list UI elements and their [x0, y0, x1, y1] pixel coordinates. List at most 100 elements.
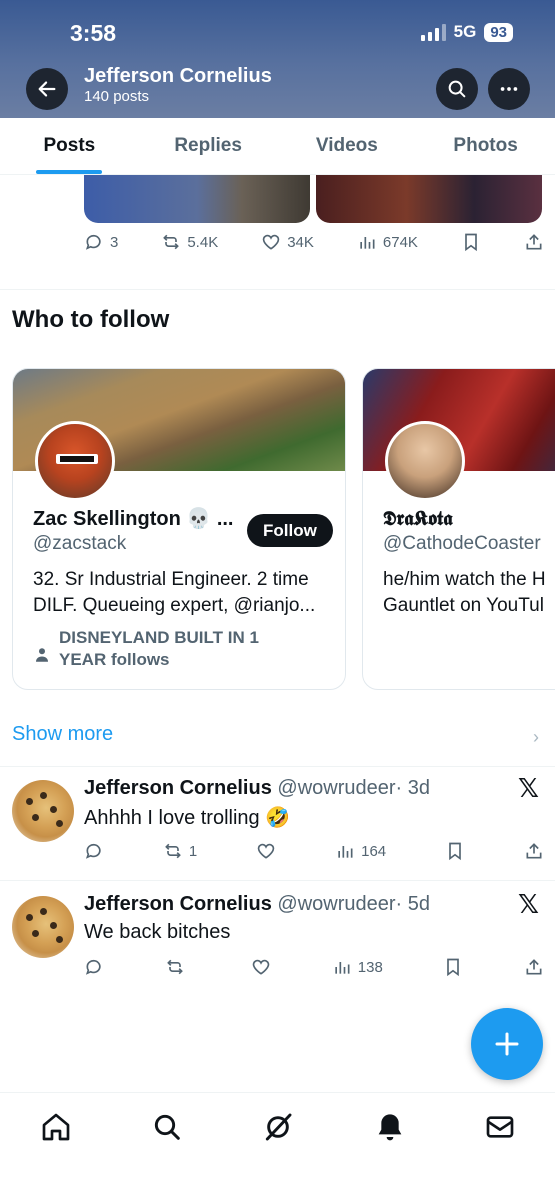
share-icon: [526, 234, 542, 250]
author-name[interactable]: Jefferson Cornelius: [84, 777, 272, 799]
show-more-link[interactable]: Show more: [12, 723, 113, 746]
back-button[interactable]: [26, 68, 68, 110]
tweet-text: We back bitches: [84, 921, 231, 943]
who-to-follow-title: Who to follow: [12, 306, 170, 333]
bookmark-button[interactable]: [461, 232, 481, 252]
tweet-time: · 5d: [395, 893, 430, 915]
share-button[interactable]: [524, 841, 544, 861]
repost-icon: [165, 843, 181, 859]
avatar[interactable]: [35, 421, 115, 501]
views-button[interactable]: 164: [335, 841, 386, 861]
chevron-right-icon[interactable]: ›: [533, 727, 539, 748]
compose-button[interactable]: [471, 1008, 543, 1080]
reply-button[interactable]: [84, 957, 104, 977]
repost-button[interactable]: 5.4K: [161, 232, 218, 252]
network-label: 5G: [453, 22, 477, 41]
battery-level: 93: [484, 22, 513, 42]
x-logo-icon: 𝕏: [518, 890, 539, 920]
user-suggestion-card[interactable]: 𝕯𝖗𝖆𝕶𝖔𝖙𝖆 @CathodeCoaster he/him watch the…: [362, 368, 555, 690]
tab-photos[interactable]: Photos: [416, 118, 555, 174]
like-button[interactable]: 34K: [261, 232, 314, 252]
post-media-image[interactable]: [316, 175, 542, 223]
messages-icon[interactable]: [484, 1111, 516, 1143]
divider: [0, 289, 555, 290]
follow-button[interactable]: Follow: [247, 514, 333, 547]
reply-button[interactable]: 3: [84, 232, 118, 252]
post-media-image[interactable]: [84, 175, 310, 223]
repost-button[interactable]: 1: [163, 841, 197, 861]
back-arrow-icon: [38, 81, 56, 97]
divider: [0, 880, 555, 881]
grok-icon[interactable]: [262, 1111, 294, 1143]
reply-icon: [85, 234, 101, 250]
views-button[interactable]: 674K: [357, 232, 418, 252]
user-suggestion-card[interactable]: Zac Skellington 💀 ... Follow @zacstack 3…: [12, 368, 346, 690]
author-handle[interactable]: @wowrudeer: [277, 777, 395, 799]
status-indicators: 5G 93: [420, 22, 513, 42]
search-button[interactable]: [436, 68, 478, 110]
like-button[interactable]: [256, 841, 276, 861]
tab-replies[interactable]: Replies: [139, 118, 278, 174]
reply-icon: [85, 959, 101, 975]
views-icon: [360, 237, 375, 249]
tab-label: Videos: [315, 135, 378, 156]
tab-posts[interactable]: Posts: [0, 118, 139, 174]
avatar[interactable]: [12, 896, 74, 958]
profile-tabs: Posts Replies Videos Photos: [0, 118, 555, 175]
bookmark-button[interactable]: [445, 841, 465, 861]
tab-label: Posts: [43, 135, 96, 156]
bookmark-icon: [447, 958, 460, 977]
avatar[interactable]: [385, 421, 465, 501]
notifications-icon[interactable]: [374, 1111, 406, 1143]
bio-line: 32. Sr Industrial Engineer. 2 time: [33, 569, 309, 590]
repost-count: 1: [188, 842, 198, 860]
social-context: DISNEYLAND BUILT IN 1 YEAR follows: [33, 627, 333, 671]
view-count: 138: [357, 958, 383, 976]
repost-button[interactable]: [165, 957, 191, 977]
bio-line: Gauntlet on YouTul: [383, 595, 544, 616]
more-icon: [500, 87, 518, 91]
bookmark-icon: [449, 842, 461, 861]
tab-videos[interactable]: Videos: [278, 118, 417, 174]
person-icon: [36, 648, 48, 662]
more-button[interactable]: [488, 68, 530, 110]
user-name: Zac Skellington 💀 ...: [33, 508, 234, 530]
tweet-actions: 138: [84, 957, 544, 977]
avatar[interactable]: [12, 780, 74, 842]
compose-icon: [495, 1032, 519, 1056]
profile-name: Jefferson Cornelius: [84, 65, 272, 87]
active-tab-indicator: [36, 170, 103, 174]
like-icon: [262, 234, 280, 250]
views-button[interactable]: 138: [332, 957, 383, 977]
home-icon[interactable]: [40, 1111, 72, 1143]
reply-button[interactable]: [84, 841, 104, 861]
user-name: 𝕯𝖗𝖆𝕶𝖔𝖙𝖆: [383, 506, 453, 530]
views-icon: [338, 846, 353, 858]
profile-header: 3:58 5G 93 Jefferson Cornelius 140 posts: [0, 0, 555, 118]
reply-icon: [85, 843, 101, 859]
x-logo-icon: 𝕏: [518, 774, 539, 804]
search-icon[interactable]: [151, 1111, 183, 1143]
tweet-header: Jefferson Cornelius @wowrudeer· 5d: [84, 893, 430, 916]
bookmark-button[interactable]: [443, 957, 463, 977]
signal-icon: [420, 23, 446, 41]
search-icon: [448, 80, 466, 98]
view-count: 164: [361, 842, 387, 860]
share-icon: [526, 843, 542, 859]
post-actions: 3 5.4K 34K 674K: [84, 232, 544, 252]
user-handle: @CathodeCoaster: [383, 533, 541, 554]
like-count: 34K: [287, 233, 314, 251]
share-button[interactable]: [524, 957, 544, 977]
view-count: 674K: [382, 233, 418, 251]
author-handle[interactable]: @wowrudeer: [277, 893, 395, 915]
repost-icon: [163, 234, 180, 250]
tweet-text: Ahhhh I love trolling 🤣: [84, 807, 291, 829]
author-name[interactable]: Jefferson Cornelius: [84, 893, 272, 915]
share-button[interactable]: [524, 232, 544, 252]
tweet-time: · 3d: [395, 777, 430, 799]
user-handle: @zacstack: [33, 533, 127, 554]
like-button[interactable]: [251, 957, 271, 977]
repost-icon: [166, 959, 183, 975]
tweet-header: Jefferson Cornelius @wowrudeer· 3d: [84, 777, 430, 800]
user-bio: he/him watch the H Gauntlet on YouTul: [383, 567, 555, 619]
